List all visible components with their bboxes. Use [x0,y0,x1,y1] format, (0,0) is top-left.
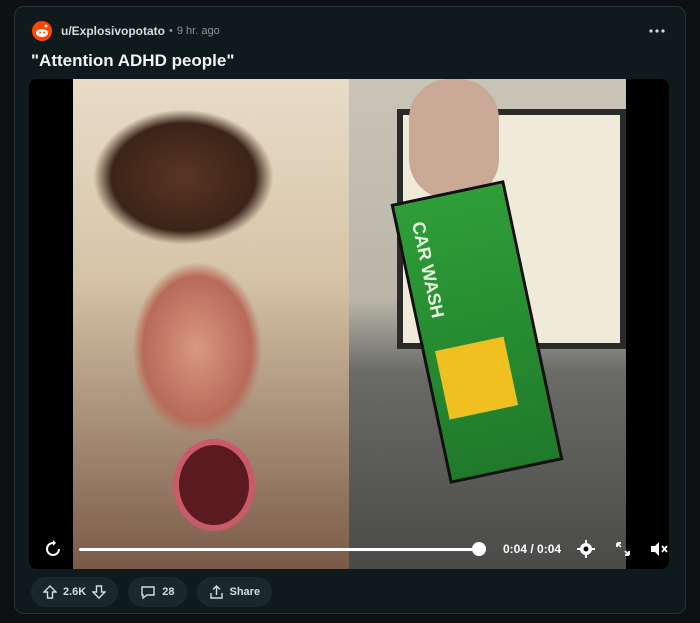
video-controls: 0:04 / 0:04 [29,529,669,569]
video-right-store: CAR WASH [349,79,626,569]
video-player[interactable]: CAR WASH 0:04 / 0:04 [29,79,669,569]
box-label: CAR WASH [408,219,448,320]
reddit-avatar-icon[interactable] [31,20,53,42]
more-icon[interactable] [645,19,669,43]
comment-icon [140,585,156,600]
author-link[interactable]: u/Explosivopotato [61,24,165,38]
post-title[interactable]: "Attention ADHD people" [31,51,234,71]
share-label: Share [229,586,261,598]
mute-icon[interactable] [647,537,669,561]
box-yellow-patch [435,336,519,420]
replay-icon[interactable] [41,537,65,561]
vote-count: 2.6K [63,586,87,598]
progress-track[interactable] [79,548,479,551]
video-left-face [73,79,349,569]
comments-button[interactable]: 28 [128,577,187,607]
comment-count: 28 [162,586,175,598]
meta-separator: • [169,25,173,37]
post-actions: 2.6K 28 Share [31,577,273,607]
progress-thumb[interactable] [472,542,486,556]
post-time: 9 hr. ago [176,25,220,37]
video-mouth [173,439,255,531]
upvote-icon[interactable] [43,585,57,599]
share-button[interactable]: Share [196,577,273,607]
downvote-icon[interactable] [92,585,107,599]
post-card[interactable]: u/Explosivopotato • 9 hr. ago "Attention… [14,6,686,614]
timecode: 0:04 / 0:04 [503,542,562,556]
post-header: u/Explosivopotato • 9 hr. ago [31,19,669,43]
video-frame[interactable]: CAR WASH [73,79,626,569]
share-icon [209,584,224,600]
video-hand [409,79,499,199]
vote-pill: 2.6K [31,577,119,607]
settings-icon[interactable] [574,537,598,561]
fullscreen-icon[interactable] [611,537,635,561]
